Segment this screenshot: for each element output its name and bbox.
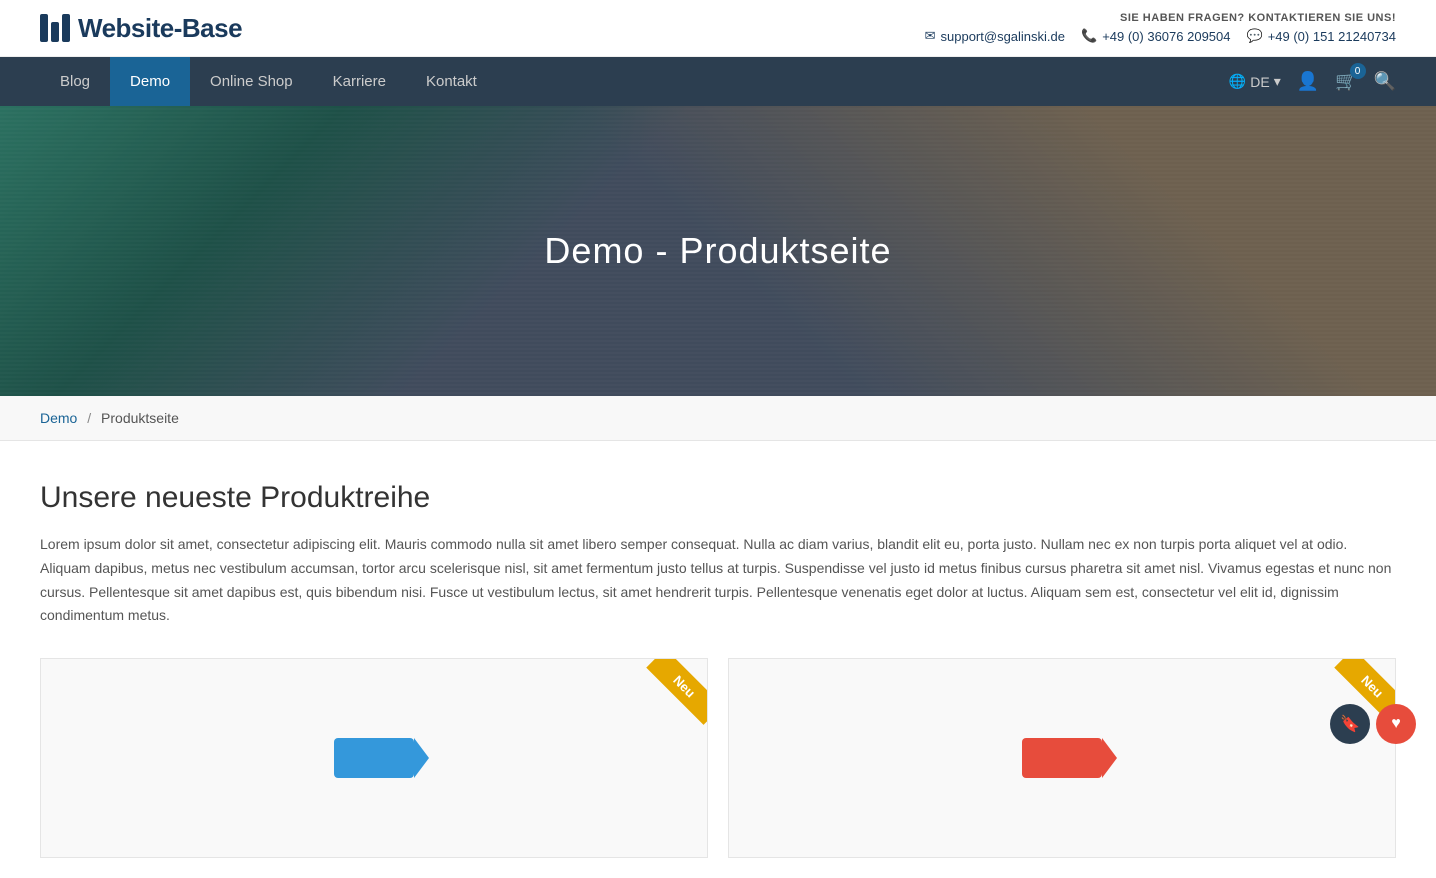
neu-badge-1: Neu bbox=[627, 659, 707, 739]
logo-icon bbox=[40, 14, 70, 42]
section-description: Lorem ipsum dolor sit amet, consectetur … bbox=[40, 533, 1396, 628]
nav-item-kontakt[interactable]: Kontakt bbox=[406, 57, 497, 106]
envelope-icon: ✉ bbox=[925, 28, 936, 44]
nav-item-demo[interactable]: Demo bbox=[110, 57, 190, 106]
whatsapp-icon: 💬 bbox=[1247, 28, 1263, 44]
contact-label: SIE HABEN FRAGEN? KONTAKTIEREN SIE UNS! bbox=[925, 12, 1396, 24]
search-icon[interactable]: 🔍 bbox=[1374, 71, 1396, 92]
widget-heart-button[interactable]: ♥ bbox=[1376, 704, 1416, 744]
product-card-1[interactable]: Neu bbox=[40, 658, 708, 858]
contact-info: SIE HABEN FRAGEN? KONTAKTIEREN SIE UNS! … bbox=[925, 12, 1396, 44]
nav-item-karriere[interactable]: Karriere bbox=[313, 57, 406, 106]
product-card-2[interactable]: Neu bbox=[728, 658, 1396, 858]
breadcrumb-separator: / bbox=[87, 410, 91, 426]
email-link[interactable]: ✉ support@sgalinski.de bbox=[925, 28, 1065, 44]
heart-icon: ♥ bbox=[1391, 715, 1401, 733]
whatsapp-link[interactable]: 💬 +49 (0) 151 21240734 bbox=[1247, 28, 1397, 44]
whatsapp-text: +49 (0) 151 21240734 bbox=[1268, 29, 1396, 44]
cart-badge: 0 bbox=[1350, 63, 1366, 79]
hero-banner: Demo - Produktseite bbox=[0, 106, 1436, 396]
nav-links: Blog Demo Online Shop Karriere Kontakt bbox=[40, 57, 497, 106]
breadcrumb-current: Produktseite bbox=[101, 410, 179, 426]
lang-label: DE bbox=[1250, 74, 1269, 90]
globe-icon: 🌐 bbox=[1229, 73, 1246, 90]
phone-link[interactable]: 📞 +49 (0) 36076 209504 bbox=[1081, 28, 1231, 44]
bookmark-icon: 🔖 bbox=[1340, 714, 1360, 734]
logo-text: Website-Base bbox=[78, 13, 242, 44]
nav-item-online-shop[interactable]: Online Shop bbox=[190, 57, 313, 106]
floating-widget: 🔖 ♥ bbox=[1330, 704, 1416, 744]
section-title: Unsere neueste Produktreihe bbox=[40, 481, 1396, 515]
neu-badge-text-1: Neu bbox=[647, 659, 707, 725]
products-row: Neu Neu bbox=[40, 658, 1396, 858]
nav-bar: Blog Demo Online Shop Karriere Kontakt 🌐… bbox=[0, 57, 1436, 106]
hero-content: Demo - Produktseite bbox=[544, 230, 891, 272]
contact-links: ✉ support@sgalinski.de 📞 +49 (0) 36076 2… bbox=[925, 28, 1396, 44]
user-icon[interactable]: 👤 bbox=[1297, 71, 1319, 92]
main-content: Unsere neueste Produktreihe Lorem ipsum … bbox=[0, 441, 1436, 878]
hero-title: Demo - Produktseite bbox=[544, 230, 891, 272]
phone-text: +49 (0) 36076 209504 bbox=[1102, 29, 1230, 44]
chevron-down-icon: ▾ bbox=[1274, 73, 1281, 90]
language-selector[interactable]: 🌐 DE ▾ bbox=[1229, 73, 1281, 90]
nav-right: 🌐 DE ▾ 👤 🛒 0 🔍 bbox=[1229, 71, 1396, 92]
product-shape-1 bbox=[334, 738, 414, 778]
widget-bookmark-button[interactable]: 🔖 bbox=[1330, 704, 1370, 744]
top-bar: Website-Base SIE HABEN FRAGEN? KONTAKTIE… bbox=[0, 0, 1436, 57]
logo[interactable]: Website-Base bbox=[40, 13, 242, 44]
email-text: support@sgalinski.de bbox=[941, 29, 1065, 44]
nav-item-blog[interactable]: Blog bbox=[40, 57, 110, 106]
product-shape-2 bbox=[1022, 738, 1102, 778]
breadcrumb-demo[interactable]: Demo bbox=[40, 410, 77, 426]
cart-icon[interactable]: 🛒 0 bbox=[1335, 71, 1357, 92]
breadcrumb: Demo / Produktseite bbox=[0, 396, 1436, 441]
phone-icon: 📞 bbox=[1081, 28, 1097, 44]
